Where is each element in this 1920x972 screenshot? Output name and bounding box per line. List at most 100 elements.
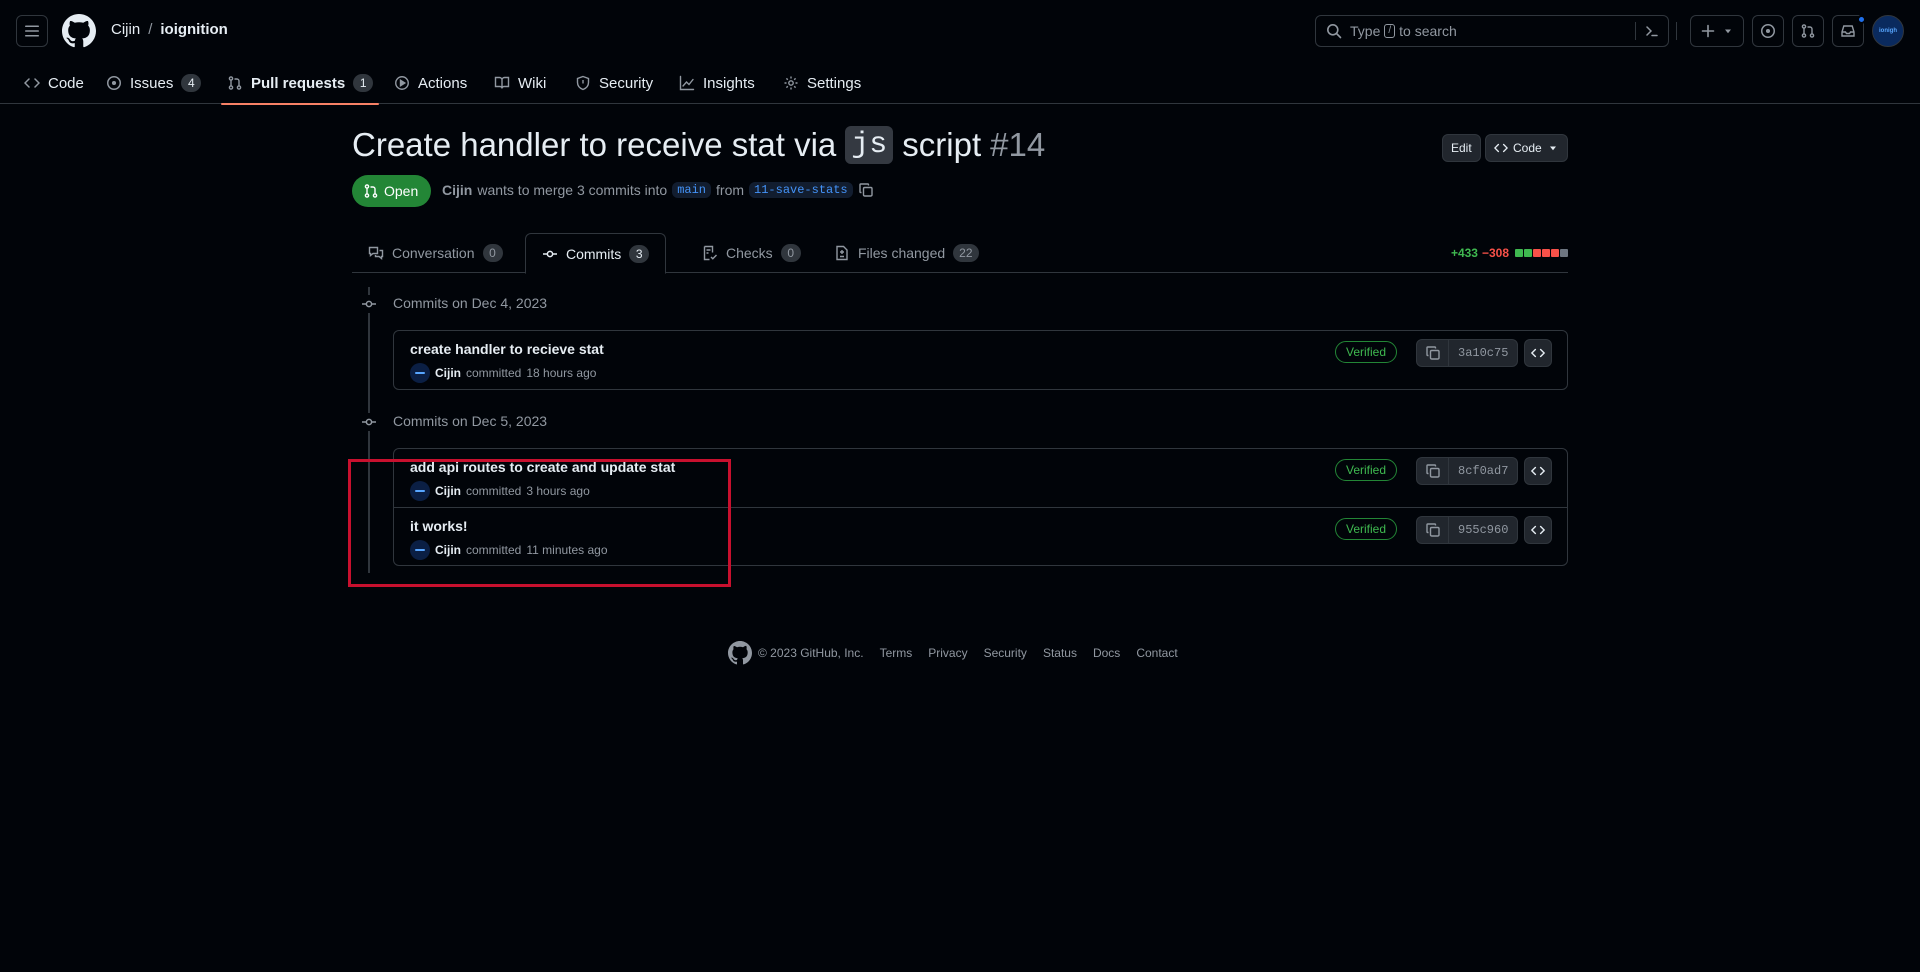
commit-sha-group: 3a10c75 [1416, 339, 1519, 367]
github-logo-icon[interactable] [728, 641, 752, 665]
your-pull-requests-button[interactable] [1792, 15, 1824, 47]
github-logo-icon[interactable] [62, 14, 96, 48]
repo-nav-label: Insights [703, 74, 755, 92]
copy-icon [1425, 464, 1440, 478]
diffstat-deletions: −308 [1481, 246, 1509, 260]
browse-repo-button[interactable] [1524, 339, 1552, 367]
pull-request-icon [228, 76, 242, 90]
footer-link-privacy[interactable]: Privacy [928, 646, 967, 660]
commit-message-link[interactable]: create handler to recieve stat [410, 341, 604, 357]
repo-nav-wiki[interactable]: Wiki [488, 62, 552, 104]
diffstat-block [1515, 249, 1523, 257]
verified-badge[interactable]: Verified [1335, 341, 1398, 363]
head-branch-link[interactable]: 11-save-stats [749, 182, 853, 198]
commit-list: create handler to recieve stat Cijin com… [393, 330, 1568, 390]
pr-meta: Cijin wants to merge 3 commits into main… [442, 182, 874, 198]
repo-nav-label: Settings [807, 74, 862, 92]
search-placeholder-before: Type [1350, 23, 1381, 39]
repo-nav-security[interactable]: Security [569, 62, 659, 104]
commit-sha-link[interactable]: 955c960 [1449, 517, 1517, 543]
diffstat: +433 −308 [1451, 246, 1568, 260]
command-palette-icon[interactable] [1644, 23, 1660, 39]
issue-icon [107, 76, 121, 90]
plus-icon [1701, 24, 1715, 38]
browse-repo-button[interactable] [1524, 516, 1552, 544]
base-branch-link[interactable]: main [672, 182, 712, 198]
shield-icon [576, 75, 590, 91]
tab-label: Conversation [392, 245, 475, 261]
copy-icon[interactable] [858, 182, 874, 198]
repo-nav-issues[interactable]: Issues 4 [100, 62, 207, 104]
pr-author-link[interactable]: Cijin [442, 182, 472, 198]
copy-sha-button[interactable] [1417, 458, 1449, 484]
tab-files-changed[interactable]: Files changed 22 [818, 233, 995, 273]
repo-nav-actions[interactable]: Actions [388, 62, 473, 104]
your-issues-button[interactable] [1752, 15, 1784, 47]
breadcrumb-repo-link[interactable]: ioignition [160, 21, 227, 38]
verified-badge[interactable]: Verified [1335, 518, 1398, 540]
repo-nav-label: Actions [418, 74, 468, 92]
footer: © 2023 GitHub, Inc. Terms Privacy Securi… [728, 641, 1178, 665]
pr-from-text: from [716, 182, 745, 198]
copy-sha-button[interactable] [1417, 517, 1449, 543]
breadcrumb-owner-link[interactable]: Cijin [111, 21, 140, 38]
commit-icon [362, 418, 376, 426]
pull-request-icon [364, 184, 378, 198]
header-top-row: Cijin / ioignition Type / to search ioni… [0, 0, 1920, 62]
diffstat-block [1551, 249, 1559, 257]
repo-nav: Code Issues 4 Pull requests 1 Actions Wi… [0, 62, 1920, 105]
repo-nav-settings[interactable]: Settings [777, 62, 867, 104]
pr-title: Create handler to receive stat via js sc… [352, 126, 1045, 164]
edit-title-button[interactable]: Edit [1442, 134, 1481, 162]
user-avatar[interactable]: ionigh [1872, 15, 1904, 47]
diffstat-block [1542, 249, 1550, 257]
copy-sha-button[interactable] [1417, 340, 1449, 366]
menu-button[interactable] [16, 15, 48, 47]
diffstat-additions: +433 [1450, 246, 1478, 260]
repo-nav-pull-requests[interactable]: Pull requests 1 [221, 62, 380, 105]
hamburger-icon [25, 25, 39, 37]
tab-conversation[interactable]: Conversation 0 [352, 233, 519, 273]
inbox-icon [1841, 25, 1855, 37]
breadcrumb-separator: / [148, 21, 153, 38]
repo-nav-label: Wiki [518, 74, 547, 92]
global-header: Cijin / ioignition Type / to search ioni… [0, 0, 1920, 105]
pr-tabs: Conversation 0 Commits 3 Checks 0 Files … [352, 233, 1568, 274]
create-new-button[interactable] [1690, 15, 1744, 47]
commit-group-label: Commits on Dec 5, 2023 [393, 413, 548, 429]
footer-link-security[interactable]: Security [984, 646, 1027, 660]
commit-sha-link[interactable]: 3a10c75 [1449, 340, 1517, 366]
verified-badge[interactable]: Verified [1335, 459, 1398, 481]
pr-title-code: js [845, 126, 894, 164]
comment-discussion-icon [368, 246, 384, 260]
code-icon [1531, 525, 1545, 535]
repo-nav-code[interactable]: Code [18, 62, 90, 104]
commit-sha-link[interactable]: 8cf0ad7 [1449, 458, 1517, 484]
commit-group-icon [360, 295, 378, 313]
commit-group-label: Commits on Dec 4, 2023 [393, 295, 548, 311]
tab-commits[interactable]: Commits 3 [525, 233, 667, 274]
code-dropdown-button[interactable]: Code [1485, 134, 1568, 162]
search-input[interactable]: Type / to search [1315, 15, 1669, 47]
code-icon [1531, 348, 1545, 358]
copy-icon [1425, 523, 1440, 537]
tab-counter: 0 [780, 244, 801, 262]
diffstat-blocks [1515, 249, 1568, 257]
repo-nav-insights[interactable]: Insights [673, 62, 761, 104]
commit-action: committed [466, 366, 522, 380]
browse-repo-button[interactable] [1524, 457, 1552, 485]
author-avatar[interactable] [410, 363, 430, 383]
tab-checks[interactable]: Checks 0 [686, 233, 817, 273]
footer-link-docs[interactable]: Docs [1093, 646, 1120, 660]
play-icon [395, 76, 409, 90]
search-icon [1327, 24, 1342, 39]
footer-link-contact[interactable]: Contact [1136, 646, 1177, 660]
repo-nav-label: Issues [130, 74, 174, 92]
triangle-down-icon [1725, 29, 1731, 34]
commit-author-link[interactable]: Cijin [435, 366, 461, 380]
footer-copyright: © 2023 GitHub, Inc. [728, 641, 864, 665]
diffstat-block [1524, 249, 1532, 257]
footer-link-status[interactable]: Status [1043, 646, 1077, 660]
footer-link-terms[interactable]: Terms [880, 646, 913, 660]
search-divider [1635, 22, 1636, 40]
